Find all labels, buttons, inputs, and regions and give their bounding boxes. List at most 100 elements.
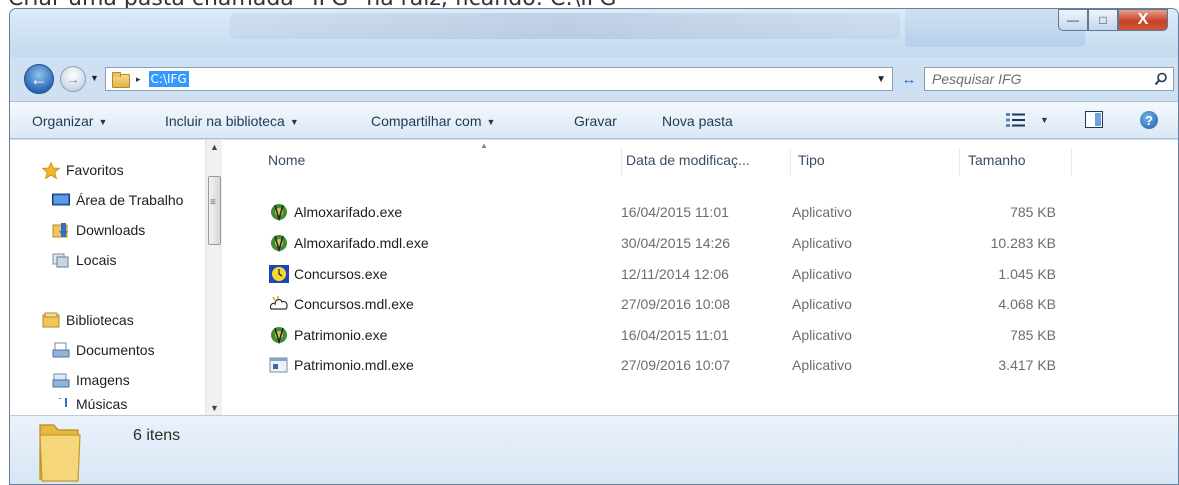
desktop-icon [52,192,70,208]
file-date: 16/04/2015 11:01 [621,204,729,220]
column-header-name[interactable]: Nome [268,152,305,168]
green-figure-icon [269,234,289,253]
item-count: 6 itens [133,427,181,444]
search-icon[interactable] [1149,72,1173,86]
file-row[interactable]: Almoxarifado.mdl.exe 30/04/2015 14:26 Ap… [224,231,1124,253]
column-header-size[interactable]: Tamanho [968,152,1026,168]
file-size: 4.068 KB [998,296,1056,312]
scroll-thumb[interactable] [208,176,221,245]
recent-places-icon [52,252,70,268]
share-with-label: Compartilhar com [371,113,482,129]
nav-label-favorites: Favoritos [66,162,124,178]
file-type: Aplicativo [792,327,852,343]
back-button[interactable]: ← [24,64,54,94]
scroll-up-icon[interactable]: ▲ [206,142,223,152]
column-header-date[interactable]: Data de modificaç... [626,152,750,168]
yellow-clock-icon [269,265,289,283]
address-dropdown-icon[interactable]: ▼ [876,74,886,85]
file-row[interactable]: Concursos.mdl.exe 27/09/2016 10:08 Aplic… [224,292,1124,314]
file-name-cell[interactable]: Concursos.exe [269,265,387,283]
file-type: Aplicativo [792,357,852,373]
images-icon [52,372,70,388]
change-view-icon[interactable] [1005,111,1027,132]
close-button[interactable]: X [1118,9,1168,31]
file-name-cell[interactable]: Almoxarifado.exe [269,203,403,222]
nav-label-places: Locais [76,252,117,268]
preview-pane-icon[interactable] [1085,111,1103,128]
chevron-down-icon: ▼ [98,117,108,127]
file-date: 27/09/2016 10:07 [621,357,730,373]
sort-ascending-icon: ▲ [480,141,488,150]
file-name: Almoxarifado.mdl.exe [294,235,429,251]
file-name-cell[interactable]: Almoxarifado.mdl.exe [269,234,429,253]
window-controls: — □ X [1058,9,1168,31]
organize-menu[interactable]: Organizar ▼ [32,113,107,129]
burn-button[interactable]: Gravar [574,113,617,129]
file-row[interactable]: Almoxarifado.exe 16/04/2015 11:01 Aplica… [224,200,1124,222]
explorer-window: — □ X ← → ▼ ▸ C:\IFG ▼ ↔ Organizar ▼ Incl… [9,8,1179,485]
nav-item-desktop[interactable]: Área de Trabalho [52,192,194,208]
file-name-cell[interactable]: Patrimonio.exe [269,326,387,345]
nav-item-images[interactable]: Imagens [52,372,130,388]
details-pane: 6 itens [10,415,1178,484]
star-icon [41,161,61,180]
view-options-dropdown[interactable]: ▼ [1040,115,1049,125]
organize-label: Organizar [32,113,94,129]
nav-label-images: Imagens [76,372,130,388]
nav-item-libraries[interactable]: Bibliotecas [42,312,134,328]
nav-item-music[interactable]: Músicas [52,398,127,410]
file-row[interactable]: Patrimonio.mdl.exe 27/09/2016 10:07 Apli… [224,353,1124,375]
column-divider[interactable] [621,148,622,176]
cloud-sketch-icon [269,295,289,313]
address-bar[interactable]: ▸ C:\IFG ▼ [105,67,893,91]
file-row[interactable]: Concursos.exe 12/11/2014 12:06 Aplicativ… [224,262,1124,284]
forward-button[interactable]: → [60,66,86,92]
file-size: 785 KB [1010,204,1056,220]
file-name-cell[interactable]: Patrimonio.mdl.exe [269,356,414,374]
include-library-menu[interactable]: Incluir na biblioteca ▼ [165,113,299,129]
refresh-button[interactable]: ↔ [897,67,921,91]
nav-scrollbar[interactable]: ▲ ▼ [205,140,222,415]
nav-label-downloads: Downloads [76,222,146,238]
share-with-menu[interactable]: Compartilhar com ▼ [371,113,495,129]
file-type: Aplicativo [792,235,852,251]
address-path-text[interactable]: C:\IFG [148,71,189,87]
file-name: Patrimonio.mdl.exe [294,357,414,373]
nav-item-downloads[interactable]: Downloads [52,222,145,238]
nav-label-libraries: Bibliotecas [66,312,134,328]
generic-app-icon [269,356,289,374]
nav-label-music: Músicas [76,398,128,410]
file-name: Concursos.mdl.exe [294,296,414,312]
new-folder-button[interactable]: Nova pasta [662,113,733,129]
command-bar: Organizar ▼ Incluir na biblioteca ▼ Compar… [10,101,1178,139]
help-icon[interactable]: ? [1140,111,1158,129]
file-size: 785 KB [1010,327,1056,343]
nav-item-places[interactable]: Locais [52,252,116,268]
file-type: Aplicativo [792,296,852,312]
nav-item-documents[interactable]: Documentos [52,342,155,358]
chevron-down-icon: ▼ [486,117,496,127]
downloads-folder-icon [52,222,70,238]
scroll-down-icon[interactable]: ▼ [206,403,223,413]
file-name: Almoxarifado.exe [294,204,403,220]
file-row[interactable]: Patrimonio.exe 16/04/2015 11:01 Aplicati… [224,323,1124,345]
breadcrumb-chevron-icon[interactable]: ▸ [136,74,141,85]
background-ribbon-blur [230,13,900,39]
folder-icon [112,72,130,88]
recent-pages-dropdown[interactable]: ▼ [90,73,99,83]
column-header-type[interactable]: Tipo [798,152,825,168]
search-box[interactable] [924,67,1174,91]
minimize-button[interactable]: — [1058,9,1088,31]
nav-label-documents: Documentos [76,342,155,358]
file-type: Aplicativo [792,266,852,282]
include-library-label: Incluir na biblioteca [165,113,285,129]
column-divider[interactable] [790,148,791,176]
column-divider[interactable] [1071,148,1072,176]
music-icon [52,398,70,410]
green-figure-icon [269,203,289,222]
search-input[interactable] [932,71,1149,87]
file-name-cell[interactable]: Concursos.mdl.exe [269,295,414,313]
maximize-button[interactable]: □ [1088,9,1118,31]
column-divider[interactable] [959,148,960,176]
nav-item-favorites[interactable]: Favoritos [41,161,124,180]
